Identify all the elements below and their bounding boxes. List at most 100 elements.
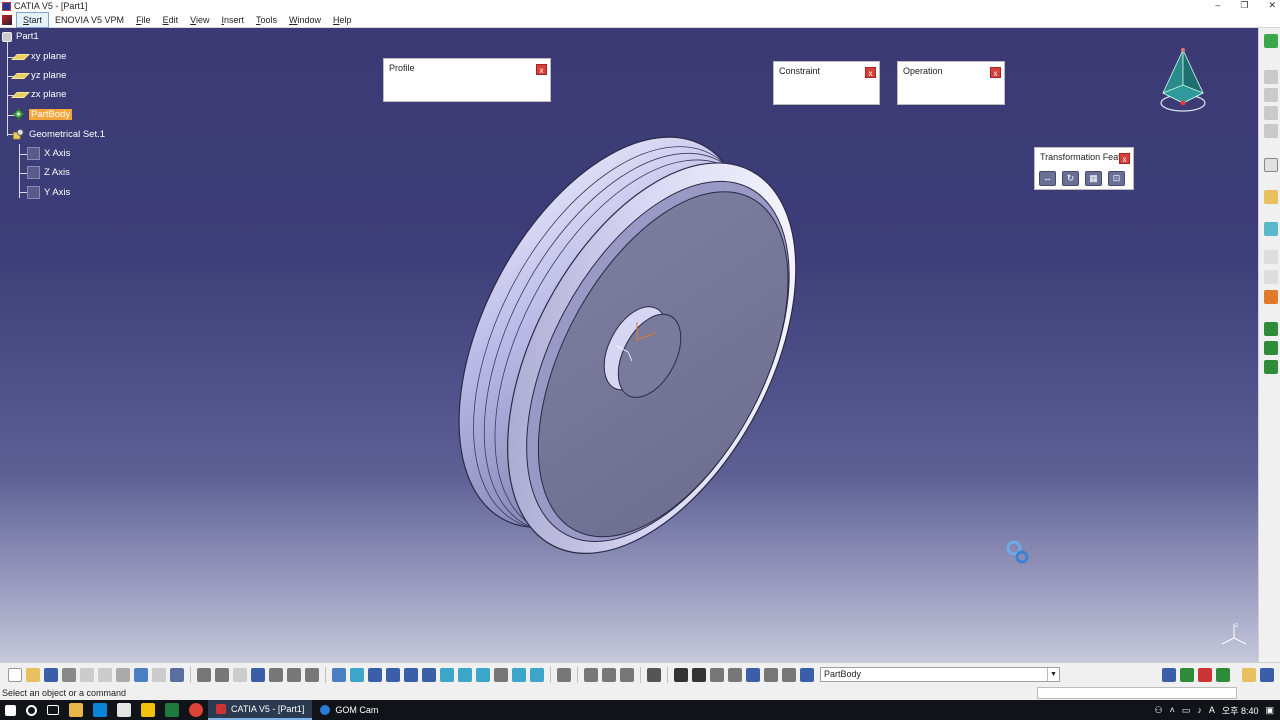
- menu-window[interactable]: Window: [283, 12, 327, 28]
- current-body-select[interactable]: PartBody ▼: [820, 667, 1060, 682]
- chevron-up-icon[interactable]: ˄: [1170, 705, 1175, 715]
- ime-indicator[interactable]: A: [1209, 705, 1215, 715]
- paste-icon[interactable]: [116, 667, 130, 682]
- menu-enovia[interactable]: ENOVIA V5 VPM: [49, 12, 130, 28]
- excel-icon[interactable]: [165, 703, 179, 717]
- select-arrow-icon[interactable]: [1264, 158, 1278, 172]
- menu-file[interactable]: File: [130, 12, 157, 28]
- tool-icon[interactable]: [692, 667, 706, 682]
- chevron-down-icon[interactable]: ▼: [1047, 668, 1059, 681]
- network-icon[interactable]: ▭: [1182, 705, 1191, 716]
- chrome-icon[interactable]: [189, 703, 203, 717]
- tool-icon[interactable]: [1264, 290, 1278, 304]
- view-icon[interactable]: [1264, 70, 1278, 84]
- tool-icon[interactable]: [647, 667, 661, 682]
- isometric-view-icon[interactable]: [458, 667, 472, 682]
- menu-help[interactable]: Help: [327, 12, 358, 28]
- menu-edit[interactable]: Edit: [157, 12, 185, 28]
- tool-icon[interactable]: [782, 667, 796, 682]
- volume-icon[interactable]: ♪: [1197, 705, 1202, 715]
- tool-icon[interactable]: [800, 667, 814, 682]
- apply-material-icon[interactable]: [1242, 667, 1256, 682]
- edit-icon[interactable]: [1264, 190, 1278, 204]
- view-mode-icon[interactable]: [476, 667, 490, 682]
- formula-icon[interactable]: [197, 667, 211, 682]
- restore-button[interactable]: ❐: [1240, 0, 1248, 11]
- tool-icon[interactable]: [1180, 667, 1194, 682]
- tool-icon[interactable]: [764, 667, 778, 682]
- command-input[interactable]: [1037, 687, 1237, 699]
- tool-icon[interactable]: [1216, 667, 1230, 682]
- clock[interactable]: 오후 8:40: [1222, 704, 1259, 717]
- 3d-viewport[interactable]: Part1 xy plane yz plane zx plane PartBod…: [0, 28, 1258, 662]
- menu-view[interactable]: View: [184, 12, 215, 28]
- tool-icon[interactable]: [1162, 667, 1176, 682]
- tool-icon[interactable]: [287, 667, 301, 682]
- undo-icon[interactable]: [134, 667, 148, 682]
- tool-icon[interactable]: [674, 667, 688, 682]
- tool-icon[interactable]: [584, 667, 598, 682]
- tool-icon[interactable]: [620, 667, 634, 682]
- print-icon[interactable]: [62, 667, 76, 682]
- view-icon[interactable]: [1264, 106, 1278, 120]
- text-icon[interactable]: [1264, 250, 1278, 264]
- people-icon[interactable]: ⚇: [1155, 705, 1163, 716]
- swap-space-icon[interactable]: [530, 667, 544, 682]
- normal-view-icon[interactable]: [440, 667, 454, 682]
- taskbar-item-gom-cam[interactable]: GOM Cam: [312, 700, 386, 720]
- hide-show-icon[interactable]: [512, 667, 526, 682]
- svg-text:z: z: [1235, 622, 1238, 629]
- pulley-part-model[interactable]: [0, 28, 1258, 662]
- tool-icon[interactable]: [1264, 270, 1278, 284]
- open-folder-icon[interactable]: [26, 667, 40, 682]
- fly-mode-icon[interactable]: [332, 667, 346, 682]
- comment-icon[interactable]: [215, 667, 229, 682]
- tool-icon[interactable]: [1264, 360, 1278, 374]
- plane-tool-icon[interactable]: [1264, 222, 1278, 236]
- tool-icon[interactable]: [1264, 341, 1278, 355]
- tool-icon[interactable]: [1264, 322, 1278, 336]
- zoom-out-icon[interactable]: [422, 667, 436, 682]
- close-button[interactable]: ✕: [1268, 0, 1276, 11]
- update-icon[interactable]: [557, 667, 571, 682]
- tool-icon[interactable]: [728, 667, 742, 682]
- notification-icon[interactable]: ▣: [1265, 705, 1274, 716]
- view-icon[interactable]: [1264, 124, 1278, 138]
- help-icon[interactable]: [170, 667, 184, 682]
- tool-icon[interactable]: [305, 667, 319, 682]
- new-file-icon[interactable]: [8, 667, 22, 682]
- menu-start[interactable]: Start: [16, 11, 50, 28]
- file-explorer-icon[interactable]: [69, 703, 83, 717]
- tool-icon[interactable]: [251, 667, 265, 682]
- tool-icon[interactable]: [602, 667, 616, 682]
- windows-start-icon[interactable]: [5, 704, 16, 716]
- catia-logo-icon[interactable]: [2, 14, 12, 25]
- copy-icon[interactable]: [98, 667, 112, 682]
- search-icon[interactable]: [26, 704, 37, 716]
- view-icon[interactable]: [1264, 88, 1278, 102]
- sketcher-icon[interactable]: [1264, 34, 1278, 48]
- rotate-icon[interactable]: [386, 667, 400, 682]
- cut-icon[interactable]: [80, 667, 94, 682]
- compass-icon[interactable]: [1155, 45, 1215, 120]
- taskbar-item-catia[interactable]: CATIA V5 - [Part1]: [208, 700, 313, 720]
- edge-icon[interactable]: [93, 703, 107, 717]
- tool-icon[interactable]: [710, 667, 724, 682]
- tool-icon[interactable]: [233, 667, 247, 682]
- redo-icon[interactable]: [152, 667, 166, 682]
- save-icon[interactable]: [44, 667, 58, 682]
- menu-tools[interactable]: Tools: [250, 12, 283, 28]
- minimize-button[interactable]: –: [1215, 0, 1220, 11]
- fit-all-icon[interactable]: [350, 667, 364, 682]
- pan-icon[interactable]: [368, 667, 382, 682]
- catia-logo-icon[interactable]: [1260, 667, 1274, 682]
- app-icon[interactable]: [117, 703, 131, 717]
- menu-insert[interactable]: Insert: [215, 12, 250, 28]
- zoom-in-icon[interactable]: [404, 667, 418, 682]
- tool-icon[interactable]: [1198, 667, 1212, 682]
- tool-icon[interactable]: [269, 667, 283, 682]
- shading-icon[interactable]: [494, 667, 508, 682]
- app-icon[interactable]: [141, 703, 155, 717]
- tool-icon[interactable]: [746, 667, 760, 682]
- task-view-icon[interactable]: [47, 705, 59, 715]
